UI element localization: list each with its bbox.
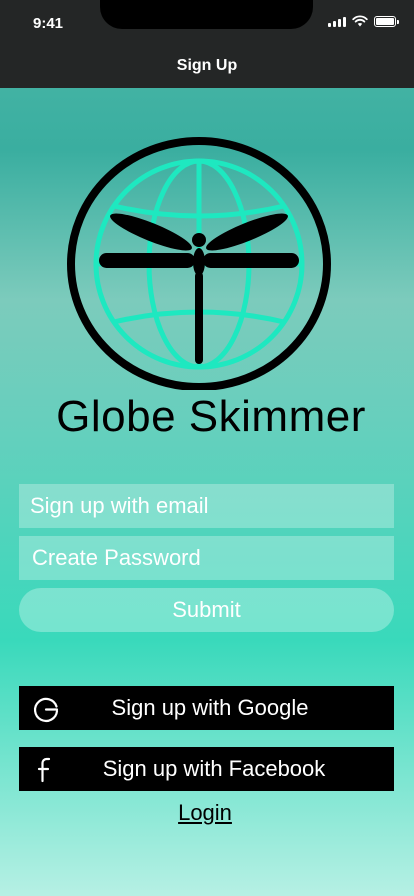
page-title: Sign Up <box>176 57 238 74</box>
google-signup-label: Sign up with Google <box>111 695 309 720</box>
signup-screen: 9:41 Sign Up Globe Skimmer Sign up with … <box>0 0 414 896</box>
google-g-icon <box>34 697 59 723</box>
email-field[interactable]: Sign up with email <box>19 484 394 528</box>
device-notch <box>100 0 313 29</box>
login-link[interactable]: Login <box>0 800 410 826</box>
battery-icon <box>374 15 399 27</box>
facebook-signup-label: Sign up with Facebook <box>102 756 326 781</box>
cellular-signal-icon <box>328 16 346 27</box>
top-bar: 9:41 Sign Up <box>0 0 414 88</box>
app-name: Globe Skimmer <box>56 392 366 441</box>
facebook-f-icon <box>37 757 51 783</box>
password-field[interactable]: Create Password <box>19 536 394 580</box>
status-icons <box>328 15 399 27</box>
wifi-icon <box>352 15 368 27</box>
status-time: 9:41 <box>33 15 64 32</box>
submit-button[interactable]: Submit <box>19 588 394 632</box>
facebook-signup-button[interactable]: Sign up with Facebook <box>19 747 394 791</box>
google-signup-button[interactable]: Sign up with Google <box>19 686 394 730</box>
globe-skimmer-logo <box>67 137 331 390</box>
